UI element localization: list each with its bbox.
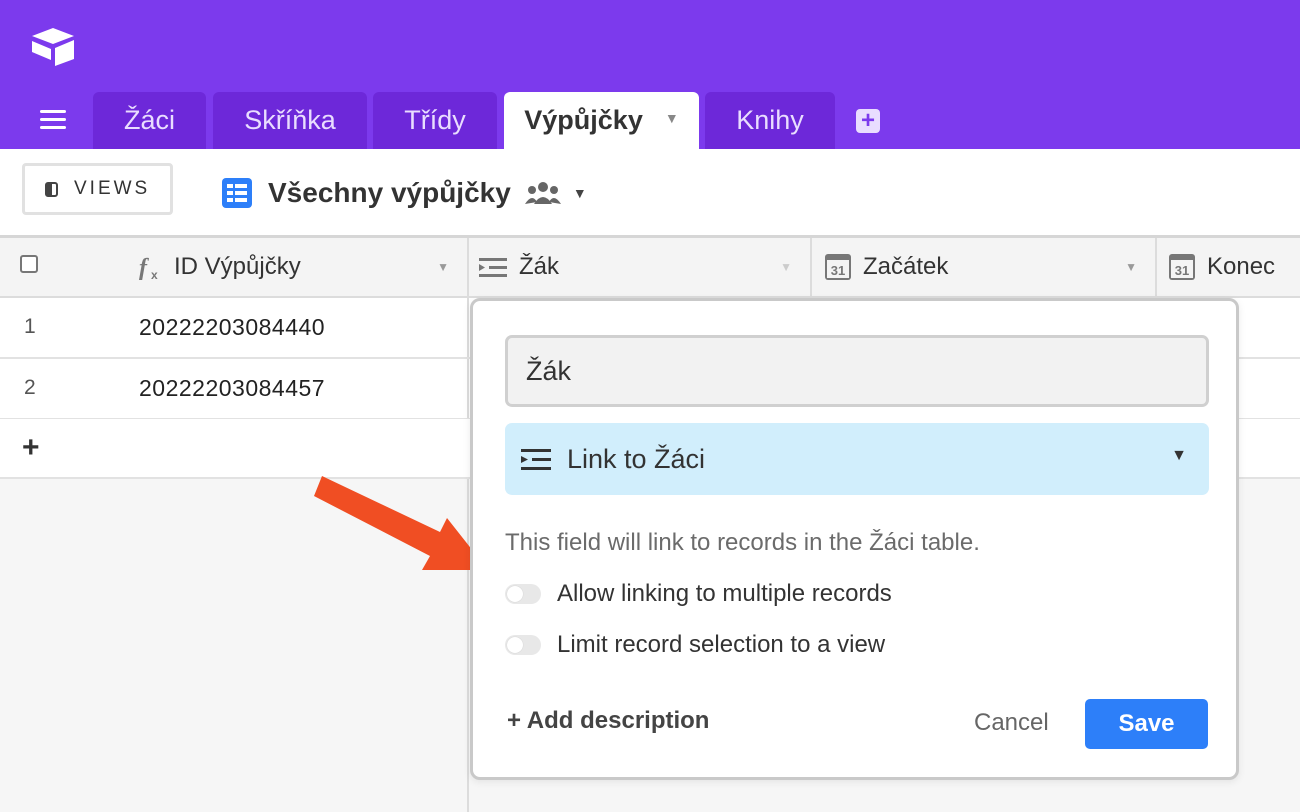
- toggle-label: Limit record selection to a view: [557, 631, 886, 658]
- tab-knihy[interactable]: Knihy: [705, 92, 835, 149]
- cell-id[interactable]: 20222203084440: [139, 314, 325, 341]
- toggle-switch[interactable]: [505, 584, 541, 604]
- tab-label: Skříňka: [244, 105, 336, 135]
- tab-tridy[interactable]: Třídy: [373, 92, 497, 149]
- tab-label: Třídy: [404, 105, 466, 135]
- column-header-id[interactable]: f x ID Výpůjčky ▼: [0, 238, 469, 296]
- link-field-icon: [479, 258, 507, 277]
- field-help-text: This field will link to records in the Ž…: [505, 529, 980, 556]
- select-all-checkbox[interactable]: [20, 255, 38, 273]
- field-type-select[interactable]: Link to Žáci ▼: [505, 423, 1209, 495]
- column-header-zak[interactable]: Žák ▼: [469, 238, 812, 296]
- view-title: Všechny výpůjčky: [268, 177, 511, 208]
- airtable-logo-icon[interactable]: [30, 26, 76, 66]
- column-label: Konec: [1207, 253, 1276, 280]
- toggle-limit-view[interactable]: Limit record selection to a view: [505, 631, 885, 659]
- row-number: 2: [24, 376, 36, 399]
- add-description-button[interactable]: + Add description: [507, 707, 709, 735]
- people-icon: [524, 182, 561, 204]
- chevron-down-icon[interactable]: ▼: [665, 110, 679, 126]
- link-field-icon: [521, 449, 551, 470]
- calendar-icon: 31: [825, 254, 851, 280]
- tab-label: Výpůjčky: [524, 105, 643, 135]
- tab-skrinka[interactable]: Skříňka: [213, 92, 367, 149]
- grid-view-icon: [222, 178, 252, 208]
- chevron-down-icon: ▼: [1171, 447, 1187, 464]
- column-header-zacatek[interactable]: 31 Začátek ▼: [812, 238, 1157, 296]
- column-label: Začátek: [863, 253, 949, 280]
- svg-text:f: f: [139, 255, 149, 281]
- toggle-label: Allow linking to multiple records: [557, 580, 892, 607]
- views-button[interactable]: VIEWS: [22, 163, 173, 215]
- field-config-popup: Link to Žáci ▼ This field will link to r…: [470, 298, 1239, 780]
- tab-label: Žáci: [123, 105, 175, 135]
- field-type-label: Link to Žáci: [567, 443, 706, 474]
- chevron-down-icon[interactable]: ▼: [1125, 260, 1137, 274]
- app-header: Žáci Skříňka Třídy Výpůjčky ▼ Knihy +: [0, 0, 1300, 149]
- chevron-down-icon[interactable]: ▼: [437, 260, 449, 274]
- tab-label: Knihy: [736, 105, 804, 135]
- calendar-icon: 31: [1169, 254, 1195, 280]
- formula-icon: f x: [139, 255, 158, 281]
- hamburger-icon[interactable]: [40, 110, 66, 130]
- svg-text:31: 31: [1175, 263, 1189, 278]
- toggle-multiple-records[interactable]: Allow linking to multiple records: [505, 580, 892, 608]
- svg-text:x: x: [151, 268, 158, 281]
- column-label: Žák: [519, 253, 560, 280]
- chevron-down-icon[interactable]: ▼: [780, 260, 792, 274]
- column-label: ID Výpůjčky: [174, 253, 301, 280]
- field-name-input[interactable]: [505, 335, 1209, 407]
- save-button[interactable]: Save: [1085, 699, 1208, 749]
- toggle-switch[interactable]: [505, 635, 541, 655]
- cell-id[interactable]: 20222203084457: [139, 375, 325, 402]
- save-label: Save: [1118, 710, 1175, 737]
- add-record-button[interactable]: +: [22, 431, 40, 465]
- row-number: 1: [24, 315, 36, 338]
- plus-square-icon[interactable]: +: [856, 109, 880, 133]
- sidebar-toggle-icon: [45, 181, 58, 197]
- tab-zaci[interactable]: Žáci: [93, 92, 206, 149]
- chevron-down-icon: ▼: [572, 185, 587, 201]
- tab-vypujcky[interactable]: Výpůjčky ▼: [504, 92, 699, 149]
- cancel-button[interactable]: Cancel: [974, 709, 1049, 737]
- svg-text:31: 31: [831, 263, 845, 278]
- view-switcher[interactable]: Všechny výpůjčky ▼: [222, 173, 587, 213]
- column-header-konec[interactable]: 31 Konec: [1157, 238, 1300, 296]
- views-label: VIEWS: [74, 178, 151, 199]
- table-header: f x ID Výpůjčky ▼ Žák ▼ 31 Začátek ▼ 31 …: [0, 238, 1300, 298]
- views-toolbar: VIEWS Všechny výpůjčky ▼: [0, 149, 1300, 238]
